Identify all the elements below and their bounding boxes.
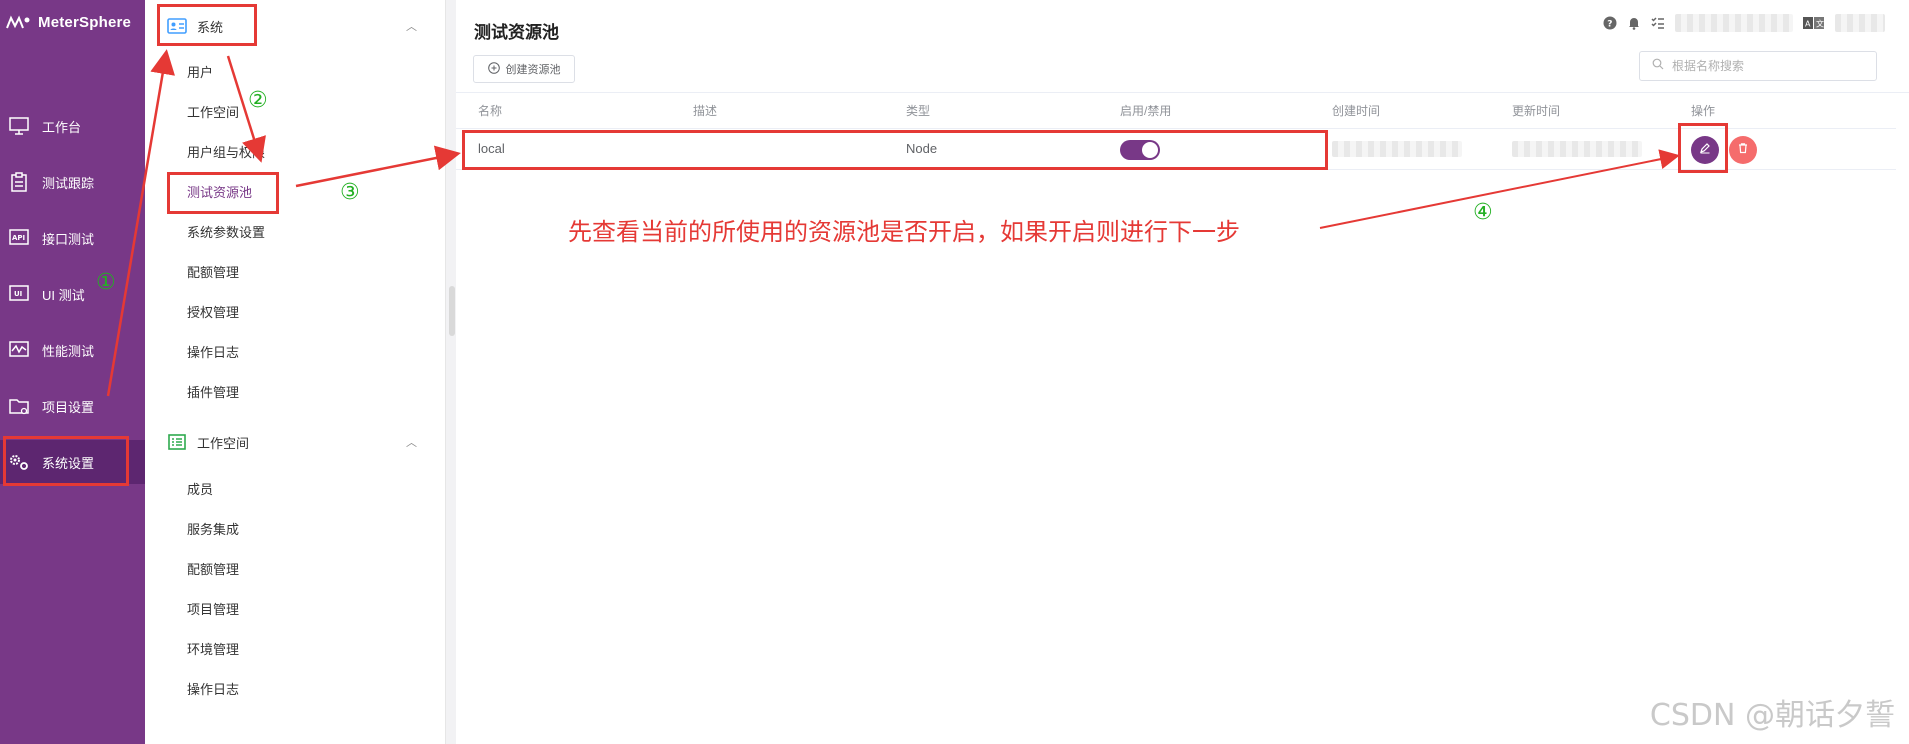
svg-text:UI: UI bbox=[14, 290, 22, 298]
column-header-update-time[interactable]: 更新时间 bbox=[1512, 102, 1560, 119]
metersphere-logo-icon bbox=[4, 11, 32, 33]
nav-item-api-test[interactable]: API 接口测试 bbox=[0, 216, 145, 260]
column-header-enabled[interactable]: 启用/禁用 bbox=[1120, 102, 1171, 119]
app-name: MeterSphere bbox=[38, 13, 132, 31]
submenu-item-usergroup[interactable]: 用户组与权限 bbox=[187, 140, 265, 166]
submenu-item-quota[interactable]: 配额管理 bbox=[187, 260, 239, 286]
left-nav: MeterSphere 工作台 测试跟踪 API 接口测试 UI UI 测试 性… bbox=[0, 0, 145, 744]
submenu-item-system-params[interactable]: 系统参数设置 bbox=[187, 220, 265, 246]
annotation-box-resource-pool bbox=[167, 172, 279, 214]
svg-text:文: 文 bbox=[1816, 19, 1824, 29]
submenu-item-workspace[interactable]: 工作空间 bbox=[187, 100, 239, 126]
step-number-2: ② bbox=[248, 88, 268, 113]
app-logo[interactable]: MeterSphere bbox=[4, 8, 131, 36]
nav-item-label: 项目设置 bbox=[42, 399, 95, 415]
bell-icon[interactable] bbox=[1627, 16, 1641, 30]
task-list-icon[interactable] bbox=[1651, 16, 1665, 30]
column-header-actions: 操作 bbox=[1691, 104, 1716, 118]
cell-update-time-blurred bbox=[1512, 141, 1642, 157]
list-icon bbox=[167, 433, 187, 451]
search-box[interactable] bbox=[1639, 51, 1877, 81]
plus-circle-icon bbox=[487, 61, 500, 77]
submenu-item-user[interactable]: 用户 bbox=[187, 60, 213, 86]
submenu-item-ws-operation-log[interactable]: 操作日志 bbox=[187, 677, 239, 703]
step-number-1: ① bbox=[96, 270, 116, 295]
api-icon: API bbox=[8, 227, 30, 249]
submenu-item-plugins[interactable]: 插件管理 bbox=[187, 380, 239, 406]
nav-item-label: 性能测试 bbox=[42, 343, 95, 359]
svg-text:?: ? bbox=[1607, 20, 1612, 30]
user-menu-blurred[interactable] bbox=[1835, 14, 1885, 32]
submenu-group-label: 工作空间 bbox=[197, 435, 250, 451]
watermark: CSDN @朝话夕誓 bbox=[1649, 698, 1895, 733]
nav-item-workbench[interactable]: 工作台 bbox=[0, 104, 145, 148]
delete-button[interactable] bbox=[1729, 136, 1757, 164]
search-input[interactable] bbox=[1670, 58, 1864, 74]
annotation-box-pool-row bbox=[462, 130, 1328, 170]
annotation-note: 先查看当前的所使用的资源池是否开启，如果开启则进行下一步 bbox=[568, 218, 1240, 246]
column-header-type[interactable]: 类型 bbox=[906, 102, 930, 119]
trash-icon bbox=[1737, 141, 1749, 159]
toolbar-divider bbox=[456, 92, 1909, 93]
svg-text:A: A bbox=[1805, 20, 1811, 29]
nav-item-performance-test[interactable]: 性能测试 bbox=[0, 328, 145, 372]
submenu-scrollbar[interactable] bbox=[449, 286, 455, 336]
settings-submenu: 系统 ︿ 用户 工作空间 用户组与权限 测试资源池 系统参数设置 配额管理 授权… bbox=[145, 0, 446, 744]
language-icon[interactable]: A文 bbox=[1803, 16, 1825, 30]
step-number-4: ④ bbox=[1473, 200, 1493, 225]
ui-icon: UI bbox=[8, 283, 30, 305]
nav-item-label: 测试跟踪 bbox=[42, 175, 95, 191]
nav-item-ui-test[interactable]: UI UI 测试 bbox=[0, 272, 145, 316]
column-header-create-time[interactable]: 创建时间 bbox=[1332, 102, 1380, 119]
performance-icon bbox=[8, 339, 30, 361]
user-info-blurred[interactable] bbox=[1675, 14, 1793, 32]
submenu-item-operation-log[interactable]: 操作日志 bbox=[187, 340, 239, 366]
search-icon bbox=[1652, 57, 1664, 75]
annotation-box-system-group bbox=[157, 4, 257, 46]
annotation-box-system-settings bbox=[3, 436, 129, 486]
clipboard-icon bbox=[8, 171, 30, 193]
annotation-box-edit bbox=[1678, 123, 1728, 173]
chevron-up-icon: ︿ bbox=[406, 21, 417, 33]
nav-item-label: 接口测试 bbox=[42, 231, 95, 247]
column-header-name[interactable]: 名称 bbox=[478, 102, 502, 119]
folder-gear-icon bbox=[8, 395, 30, 417]
svg-text:API: API bbox=[12, 234, 25, 242]
submenu-item-ws-quota[interactable]: 配额管理 bbox=[187, 557, 239, 583]
column-header-description[interactable]: 描述 bbox=[693, 102, 717, 119]
chevron-up-icon: ︿ bbox=[406, 437, 417, 449]
page-title: 测试资源池 bbox=[474, 23, 559, 42]
nav-item-test-tracking[interactable]: 测试跟踪 bbox=[0, 160, 145, 204]
create-button-label: 创建资源池 bbox=[505, 64, 561, 76]
nav-item-label: UI 测试 bbox=[42, 287, 85, 303]
header-toolbar: ? A文 bbox=[1603, 12, 1885, 34]
nav-item-label: 工作台 bbox=[42, 119, 82, 135]
submenu-item-service-integration[interactable]: 服务集成 bbox=[187, 517, 239, 543]
help-icon[interactable]: ? bbox=[1603, 16, 1617, 30]
submenu-item-license[interactable]: 授权管理 bbox=[187, 300, 239, 326]
submenu-item-project-management[interactable]: 项目管理 bbox=[187, 597, 239, 623]
monitor-icon bbox=[8, 115, 30, 137]
nav-item-project-settings[interactable]: 项目设置 bbox=[0, 384, 145, 428]
submenu-item-environment[interactable]: 环境管理 bbox=[187, 637, 239, 663]
submenu-group-workspace[interactable]: 工作空间 ︿ bbox=[145, 422, 445, 462]
cell-create-time-blurred bbox=[1332, 141, 1462, 157]
submenu-item-members[interactable]: 成员 bbox=[187, 477, 213, 503]
create-resource-pool-button[interactable]: 创建资源池 bbox=[473, 55, 575, 83]
step-number-3: ③ bbox=[340, 180, 360, 205]
main-panel: 测试资源池 ? A文 创建资源池 名称 描述 类型 启用/禁用 创建时间 更新时… bbox=[456, 0, 1909, 744]
